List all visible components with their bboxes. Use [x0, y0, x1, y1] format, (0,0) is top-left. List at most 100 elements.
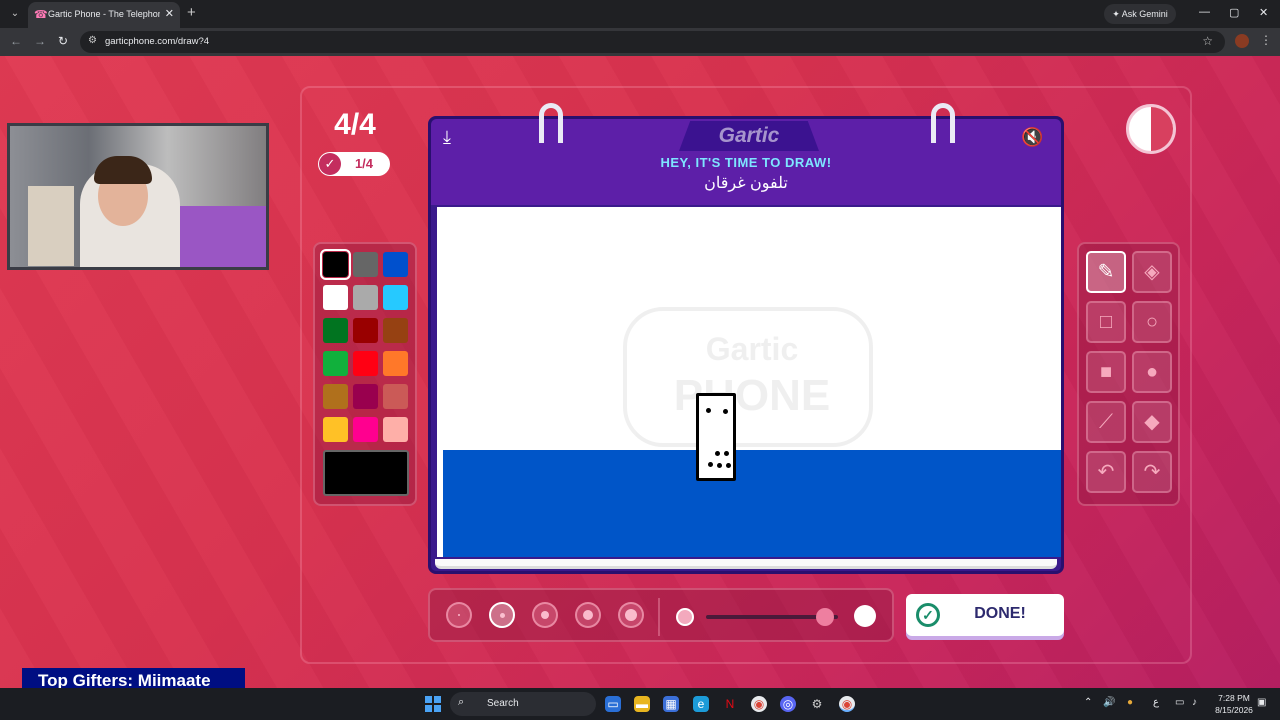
- line-tool-icon[interactable]: ⟋: [1086, 401, 1126, 443]
- brush-size-button[interactable]: [489, 602, 515, 628]
- binder-ring-left: [539, 103, 563, 143]
- color-swatch[interactable]: [353, 384, 378, 409]
- maximize-icon[interactable]: ▢: [1229, 6, 1239, 19]
- players-done-badge: ✓ 1/4: [318, 152, 390, 176]
- browser-tab[interactable]: ☎ Gartic Phone - The Telephone G ✕: [28, 2, 180, 28]
- opacity-slider-handle[interactable]: [815, 608, 834, 626]
- draw-prompt: HEY, IT'S TIME TO DRAW!: [660, 155, 832, 170]
- color-swatch[interactable]: [353, 417, 378, 442]
- back-icon[interactable]: ←: [10, 34, 22, 48]
- rectangle-fill-tool-icon[interactable]: ■: [1086, 351, 1126, 393]
- round-counter: 4/4: [334, 108, 376, 141]
- ask-gemini-button[interactable]: ✦ Ask Gemini: [1104, 4, 1176, 24]
- netflix-icon[interactable]: N: [722, 696, 738, 712]
- draw-word: تلفون غرقان: [704, 175, 788, 192]
- drawing-dot: [723, 409, 728, 414]
- site-info-icon[interactable]: ⚙: [88, 35, 97, 46]
- reload-icon[interactable]: ↻: [58, 34, 68, 48]
- color-swatch[interactable]: [383, 285, 408, 310]
- drawing-canvas[interactable]: Gartic PHONE: [437, 207, 1061, 557]
- download-icon[interactable]: ⤓: [443, 127, 467, 151]
- undo-tool-icon[interactable]: ↶: [1086, 451, 1126, 493]
- minimize-icon[interactable]: —: [1199, 6, 1210, 18]
- color-swatch[interactable]: [323, 384, 348, 409]
- drawing-dot: [715, 451, 720, 456]
- color-swatch[interactable]: [383, 384, 408, 409]
- drawing-dot: [706, 408, 711, 413]
- taskview-icon[interactable]: ▭: [605, 696, 621, 712]
- done-check-icon: ✓: [916, 603, 940, 627]
- binder-ring-right: [931, 103, 955, 143]
- steam-icon[interactable]: ⚙: [809, 696, 825, 712]
- color-swatch[interactable]: [353, 252, 378, 277]
- mute-icon[interactable]: 🔇: [1021, 127, 1051, 151]
- bookmark-star-icon[interactable]: ☆: [1202, 34, 1213, 48]
- color-swatch[interactable]: [323, 417, 348, 442]
- drawing-phone: [696, 393, 736, 481]
- redo-tool-icon[interactable]: ↷: [1132, 451, 1172, 493]
- address-bar[interactable]: ⚙ garticphone.com/draw?4 ☆: [80, 31, 1225, 53]
- taskbar-search-label: Search: [487, 698, 519, 709]
- opacity-high-icon: [854, 605, 876, 627]
- chrome-menu-icon[interactable]: ⋮: [1260, 33, 1272, 47]
- edge-icon[interactable]: e: [693, 696, 709, 712]
- new-tab-button[interactable]: +: [187, 4, 196, 21]
- drawing-dot: [708, 462, 713, 467]
- bucket-tool-icon[interactable]: ◆: [1132, 401, 1172, 443]
- color-swatch[interactable]: [323, 285, 348, 310]
- done-button[interactable]: ✓ DONE!: [906, 594, 1064, 636]
- current-color-preview: [323, 450, 409, 496]
- drawing-dot: [717, 463, 722, 468]
- network-icon[interactable]: ▭: [1175, 697, 1184, 708]
- forward-icon[interactable]: →: [34, 34, 46, 48]
- windows-taskbar: ⌕ Search ▭ ▬ ▦ e N ◉ ◎ ⚙ ◉ ⌃ 🔊 ● ع ▭ ♪ 7…: [0, 688, 1280, 720]
- chrome-active-icon[interactable]: ◉: [839, 696, 855, 712]
- ellipse-fill-tool-icon[interactable]: ●: [1132, 351, 1172, 393]
- color-swatch[interactable]: [383, 417, 408, 442]
- color-swatch[interactable]: [320, 249, 351, 280]
- profile-avatar[interactable]: [1235, 34, 1249, 48]
- notification-icon[interactable]: ▣: [1257, 697, 1266, 708]
- taskbar-search[interactable]: ⌕ Search: [450, 692, 596, 716]
- tab-close-icon[interactable]: ✕: [165, 7, 174, 20]
- canvas-watermark: Gartic PHONE: [623, 307, 873, 447]
- color-swatch[interactable]: [323, 318, 348, 343]
- drawing-dot: [726, 463, 731, 468]
- volume-icon[interactable]: ♪: [1192, 697, 1197, 708]
- color-swatch[interactable]: [353, 351, 378, 376]
- windows-start-icon[interactable]: [425, 696, 441, 712]
- watermark-text-top: Gartic: [705, 331, 799, 367]
- pen-tool-icon[interactable]: ✎: [1086, 251, 1126, 293]
- store-icon[interactable]: ▦: [663, 696, 679, 712]
- clock-date: 8/15/2026: [1215, 705, 1253, 715]
- color-swatch[interactable]: [383, 318, 408, 343]
- tray-overflow-icon[interactable]: ⌃: [1084, 697, 1092, 708]
- brush-size-button[interactable]: [575, 602, 601, 628]
- system-clock[interactable]: 7:28 PM 8/15/2026: [1214, 692, 1254, 716]
- brush-size-button[interactable]: [532, 602, 558, 628]
- color-swatch[interactable]: [353, 285, 378, 310]
- chrome-icon[interactable]: ◉: [751, 696, 767, 712]
- eraser-tool-icon[interactable]: ◈: [1132, 251, 1172, 293]
- brush-size-button[interactable]: [618, 602, 644, 628]
- color-swatch[interactable]: [383, 252, 408, 277]
- close-window-icon[interactable]: ✕: [1259, 6, 1268, 19]
- tab-search-icon[interactable]: ⌄: [6, 5, 24, 23]
- discord-icon[interactable]: ◎: [780, 696, 796, 712]
- language-indicator[interactable]: ع: [1153, 697, 1159, 708]
- ellipse-outline-tool-icon[interactable]: ○: [1132, 301, 1172, 343]
- file-explorer-icon[interactable]: ▬: [634, 696, 650, 712]
- mic-icon[interactable]: ●: [1127, 697, 1133, 708]
- gartic-favicon-icon: ☎: [34, 9, 48, 21]
- clock-time: 7:28 PM: [1218, 693, 1250, 703]
- speaker-icon[interactable]: 🔊: [1103, 697, 1115, 708]
- brush-size-button[interactable]: [446, 602, 472, 628]
- brush-size-dot: [499, 612, 505, 618]
- rectangle-outline-tool-icon[interactable]: □: [1086, 301, 1126, 343]
- timer-icon: [1126, 104, 1176, 154]
- color-swatch[interactable]: [383, 351, 408, 376]
- gartic-logo: Gartic: [718, 124, 780, 147]
- color-swatch[interactable]: [353, 318, 378, 343]
- color-swatch[interactable]: [323, 351, 348, 376]
- ask-gemini-label: Ask Gemini: [1121, 9, 1168, 19]
